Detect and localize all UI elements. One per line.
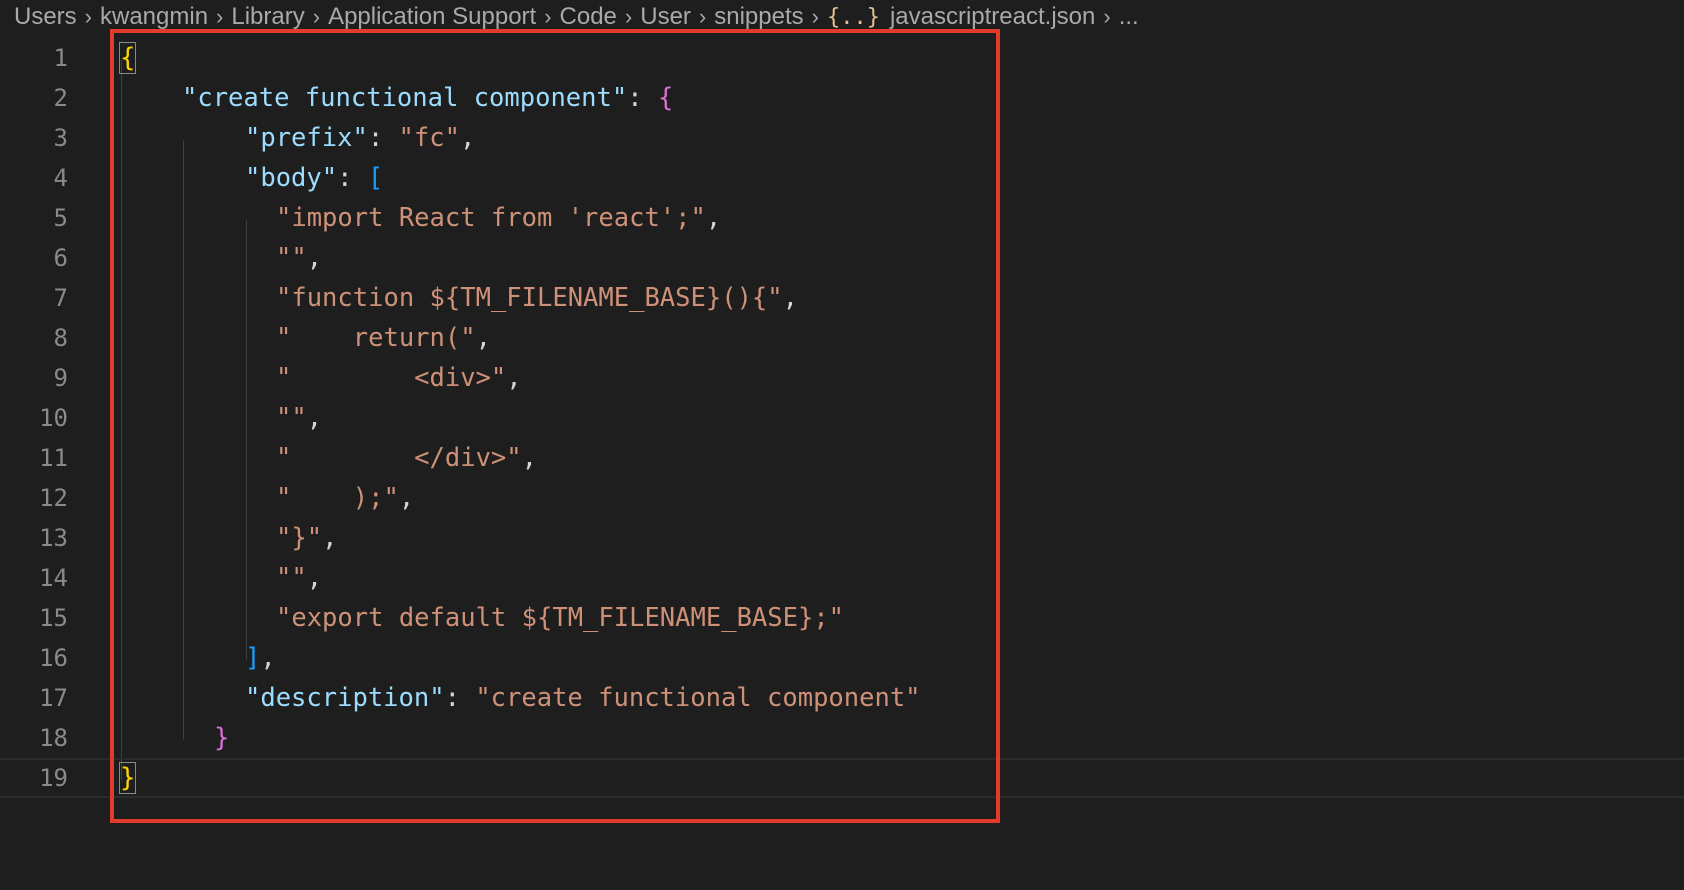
code-token: "body": [245, 163, 338, 193]
line-number: 11: [39, 444, 68, 472]
code-token: "}": [276, 523, 323, 553]
code-token: ,: [322, 523, 338, 553]
breadcrumb-item-application-support[interactable]: Application Support: [328, 3, 536, 31]
line-number: 16: [39, 644, 68, 672]
breadcrumb-item-users[interactable]: Users: [14, 3, 77, 31]
code-token: "prefix": [245, 123, 368, 153]
line-number: 8: [53, 324, 68, 352]
code-token: " );": [276, 483, 399, 513]
code-token: ,: [306, 403, 323, 433]
code-token: "": [276, 243, 307, 273]
line-number: 6: [53, 244, 68, 272]
code-token: " <div>": [276, 363, 507, 393]
line-number: 4: [53, 164, 68, 192]
code-editor[interactable]: 1 { 2 "create functional component": { 3…: [0, 38, 1684, 838]
breadcrumb: Users › kwangmin › Library › Application…: [14, 0, 1139, 34]
code-line: 3 "prefix": "fc",: [0, 118, 1684, 158]
code-line: 14 "",: [0, 558, 1684, 598]
line-number: 18: [39, 724, 68, 752]
line-number: 3: [53, 124, 68, 152]
code-line: 11 " </div>",: [0, 438, 1684, 478]
code-line: 6 "",: [0, 238, 1684, 278]
line-number: 14: [39, 564, 68, 592]
line-number: 2: [53, 84, 68, 112]
breadcrumb-item-code[interactable]: Code: [560, 3, 617, 31]
code-token: }: [214, 723, 230, 753]
code-token: {: [657, 83, 674, 113]
code-token: ,: [459, 123, 476, 153]
chevron-right-icon: ›: [811, 4, 819, 29]
code-token: "fc": [398, 123, 460, 153]
chevron-right-icon: ›: [312, 4, 321, 29]
code-token: "export default ${TM_FILENAME_BASE};": [276, 603, 845, 633]
code-line-current: 19 }: [0, 758, 1684, 798]
line-number: 10: [39, 404, 68, 432]
code-token: "import React from 'react';": [276, 203, 706, 233]
code-line: 2 "create functional component": {: [0, 78, 1684, 118]
line-number: 12: [39, 484, 68, 512]
chevron-right-icon: ›: [698, 4, 707, 29]
code-token: :: [444, 683, 476, 713]
code-line: 4 "body": [: [0, 158, 1684, 198]
line-number: 15: [39, 604, 68, 632]
line-number: 9: [53, 364, 68, 392]
code-token: ,: [260, 643, 276, 673]
code-token: " </div>": [276, 443, 522, 473]
code-line: 15 "export default ${TM_FILENAME_BASE};": [0, 598, 1684, 638]
code-line: 18 }: [0, 718, 1684, 758]
code-token: "": [276, 403, 307, 433]
code-token: ,: [705, 203, 722, 233]
code-token: " return(": [276, 323, 476, 353]
code-token: "function ${TM_FILENAME_BASE}(){": [276, 283, 783, 313]
code-line: 12 " );",: [0, 478, 1684, 518]
chevron-right-icon: ›: [1103, 4, 1111, 29]
code-token: ]: [245, 643, 261, 673]
code-line: 8 " return(",: [0, 318, 1684, 358]
json-file-icon: {..}: [826, 4, 880, 30]
breadcrumb-item-user[interactable]: User: [640, 3, 691, 31]
code-token: }: [118, 762, 137, 794]
breadcrumb-item-library[interactable]: Library: [231, 3, 304, 31]
code-token: [: [367, 163, 384, 193]
breadcrumb-item-snippets[interactable]: snippets: [714, 3, 803, 31]
code-token: "": [276, 563, 307, 593]
breadcrumb-item-file[interactable]: javascriptreact.json: [890, 3, 1095, 31]
code-line: 9 " <div>",: [0, 358, 1684, 398]
code-token: ,: [398, 483, 415, 513]
code-token: ,: [782, 283, 798, 313]
code-line: 17 "description": "create functional com…: [0, 678, 1684, 718]
code-token: ,: [506, 363, 522, 393]
code-token: {: [118, 42, 137, 74]
code-token: :: [367, 123, 399, 153]
code-token: ,: [306, 243, 323, 273]
code-line: 16 ],: [0, 638, 1684, 678]
line-number: 1: [53, 44, 68, 72]
code-line: 7 "function ${TM_FILENAME_BASE}(){",: [0, 278, 1684, 318]
chevron-right-icon: ›: [544, 4, 552, 29]
chevron-right-icon: ›: [216, 4, 224, 29]
editor-window: Users › kwangmin › Library › Application…: [0, 0, 1684, 890]
breadcrumb-overflow[interactable]: ...: [1119, 3, 1139, 31]
code-token: :: [337, 163, 368, 193]
code-token: ,: [521, 443, 537, 473]
code-line: 10 "",: [0, 398, 1684, 438]
code-token: "create functional component": [182, 83, 628, 113]
breadcrumb-item-kwangmin[interactable]: kwangmin: [100, 3, 208, 31]
code-line: 5 "import React from 'react';",: [0, 198, 1684, 238]
line-number: 19: [39, 764, 68, 792]
code-token: "description": [245, 683, 445, 713]
line-number: 13: [39, 524, 68, 552]
code-line: 13 "}",: [0, 518, 1684, 558]
line-number: 17: [39, 684, 68, 712]
line-number: 7: [53, 284, 68, 312]
code-token: :: [627, 83, 658, 113]
chevron-right-icon: ›: [624, 4, 633, 29]
code-token: ,: [306, 563, 323, 593]
code-token: "create functional component": [475, 683, 921, 713]
code-token: ,: [475, 323, 491, 353]
code-line: 1 {: [0, 38, 1684, 78]
chevron-right-icon: ›: [84, 4, 92, 29]
line-number: 5: [53, 204, 68, 232]
